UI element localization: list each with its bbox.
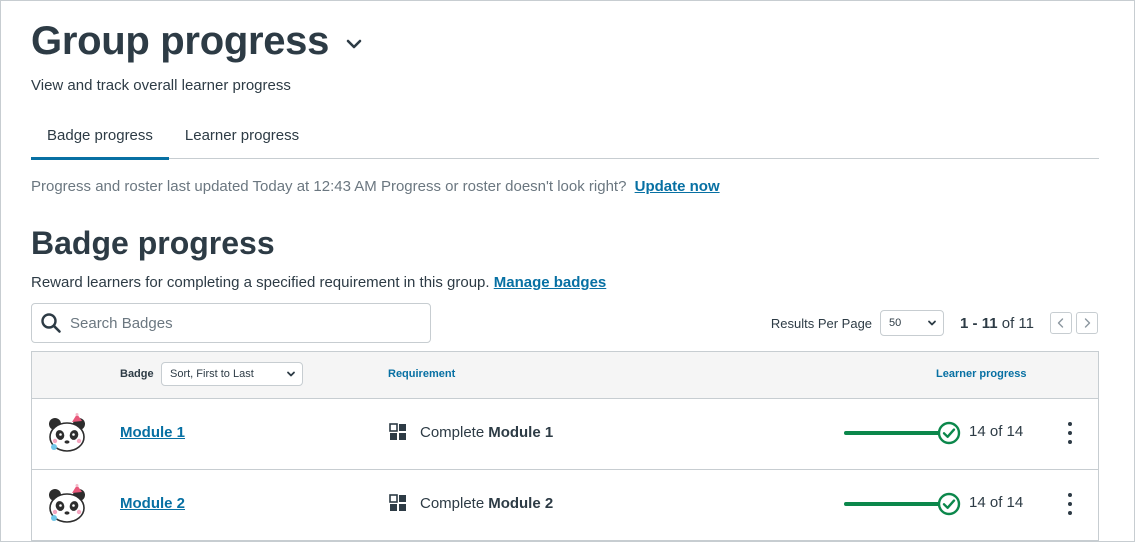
progress-bar — [844, 502, 940, 506]
page-subtitle: View and track overall learner progress — [31, 77, 291, 94]
kebab-dot — [1068, 422, 1072, 426]
roster-question-text: Progress or roster doesn't look right? — [380, 178, 627, 195]
sort-select-value: Sort, First to Last — [170, 368, 254, 380]
sort-select[interactable]: Sort, First to Last — [161, 362, 303, 386]
search-icon — [41, 313, 61, 333]
column-header-badge: Badge — [120, 368, 154, 380]
kebab-dot — [1068, 502, 1072, 506]
kebab-dot — [1068, 493, 1072, 497]
tab-badge-progress[interactable]: Badge progress — [31, 119, 169, 160]
section-title: Badge progress — [31, 225, 275, 261]
results-per-page-value: 50 — [889, 317, 902, 329]
chevron-down-icon[interactable] — [343, 33, 365, 55]
status-line: Progress and roster last updated Today a… — [31, 178, 720, 195]
column-header-learner-progress[interactable]: Learner progress — [936, 368, 1026, 380]
last-updated-text: Progress and roster last updated Today a… — [31, 178, 377, 195]
previous-page-button[interactable] — [1050, 312, 1072, 334]
next-page-button[interactable] — [1076, 312, 1098, 334]
results-range: 1 - 11 of 11 — [960, 315, 1034, 332]
section-description: Reward learners for completing a specifi… — [31, 274, 606, 291]
requirement-cell: Complete Module 2 — [388, 493, 553, 513]
kebab-dot — [1068, 511, 1072, 515]
search-box — [31, 303, 431, 343]
column-header-requirement[interactable]: Requirement — [388, 368, 455, 380]
progress-count: 14 of 14 — [969, 494, 1024, 511]
table-row: Module 2 Complete Module 2 14 of 14 — [32, 470, 1098, 541]
chevron-down-icon — [928, 320, 936, 326]
progress-bar-fill — [844, 431, 940, 435]
manage-badges-link[interactable]: Manage badges — [494, 274, 607, 291]
kebab-dot — [1068, 440, 1072, 444]
search-input[interactable] — [70, 314, 410, 332]
requirement-target: Module 2 — [488, 494, 554, 512]
tab-learner-progress[interactable]: Learner progress — [169, 119, 315, 158]
progress-bar — [844, 431, 940, 435]
requirement-cell: Complete Module 1 — [388, 422, 553, 442]
pagination: Results Per Page 50 1 - 11 of 11 — [771, 310, 1098, 336]
requirement-prefix: Complete — [420, 494, 485, 512]
results-per-page-select[interactable]: 50 — [880, 310, 945, 336]
chevron-left-icon — [1057, 318, 1064, 328]
page-title: Group progress — [31, 19, 330, 63]
table-row: Module 1 Complete Module 1 14 of 14 — [32, 399, 1098, 470]
results-per-page-label: Results Per Page — [770, 315, 873, 331]
page-frame: Group progress View and track overall le… — [0, 0, 1135, 542]
chevron-down-icon — [287, 371, 295, 377]
panda-badge-icon — [49, 413, 85, 452]
update-now-link[interactable]: Update now — [635, 178, 720, 195]
results-range-bold: 1 - 11 — [960, 314, 998, 332]
tab-list: Badge progress Learner progress — [31, 119, 1099, 160]
kebab-dot — [1068, 431, 1072, 435]
badge-link-module-2[interactable]: Module 2 — [120, 495, 185, 512]
page-title-row: Group progress — [31, 19, 365, 64]
check-circle-icon — [937, 421, 961, 445]
requirement-target: Module 1 — [488, 423, 554, 441]
chevron-right-icon — [1084, 318, 1091, 328]
module-icon — [389, 423, 406, 440]
row-actions-kebab-icon[interactable] — [1060, 419, 1080, 447]
row-actions-kebab-icon[interactable] — [1060, 490, 1080, 518]
progress-count: 14 of 14 — [969, 423, 1024, 440]
results-range-rest: of 11 — [1001, 314, 1034, 332]
check-circle-icon — [937, 492, 961, 516]
module-icon — [389, 494, 406, 511]
badge-table: Badge Sort, First to Last Requirement Le… — [31, 351, 1099, 541]
table-header: Badge Sort, First to Last Requirement Le… — [32, 352, 1098, 399]
progress-bar-fill — [844, 502, 940, 506]
panda-badge-icon — [49, 484, 85, 523]
requirement-prefix: Complete — [420, 423, 485, 441]
section-description-text: Reward learners for completing a specifi… — [31, 274, 490, 291]
badge-link-module-1[interactable]: Module 1 — [120, 424, 185, 441]
